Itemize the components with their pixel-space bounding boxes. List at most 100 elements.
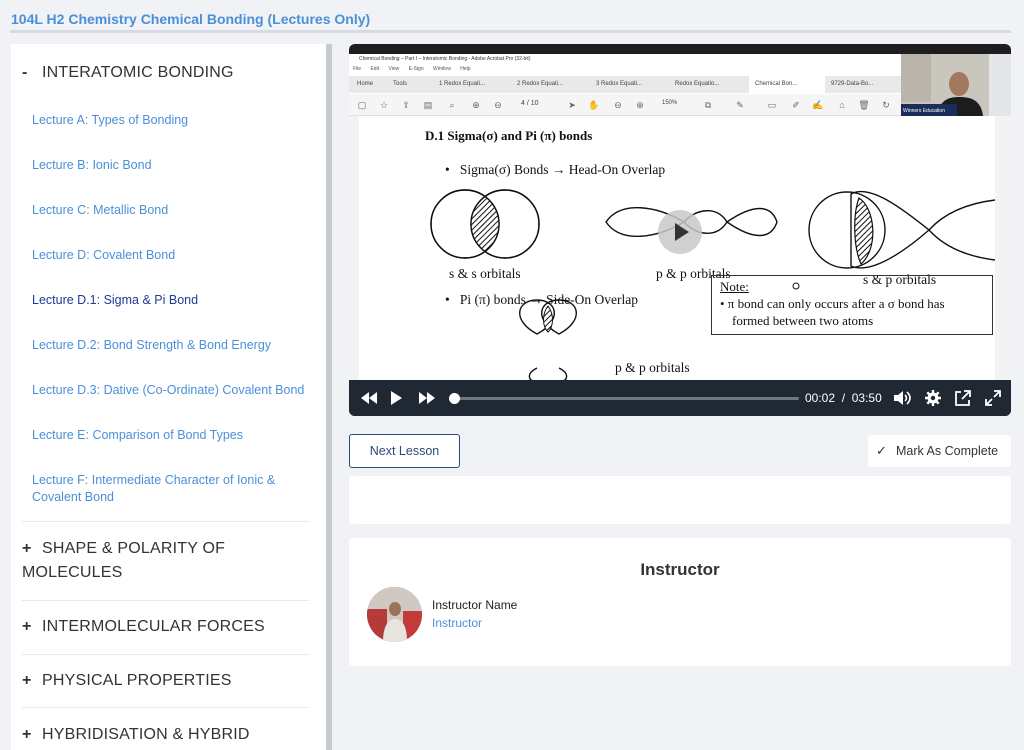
- time-separator: /: [841, 391, 846, 405]
- stamp-icon: ⌂: [839, 100, 845, 110]
- mark-complete-button[interactable]: ✓ Mark As Complete: [868, 435, 1011, 467]
- screen-tab: 1 Redox Equati...: [439, 81, 486, 87]
- instructor-avatar: [367, 587, 422, 642]
- lesson-item[interactable]: Lecture D.3: Dative (Co-Ordinate) Covale…: [32, 382, 312, 399]
- screen-zoom: 150%: [662, 100, 678, 106]
- fit-icon: ⧉: [704, 100, 712, 110]
- upload-icon: ⇪: [402, 100, 410, 110]
- section-shape-polarity[interactable]: + SHAPE & POLARITY OF MOLECULES: [22, 537, 310, 585]
- screen-tab: 2 Redox Equati...: [517, 81, 564, 87]
- course-title: 104L H2 Chemistry Chemical Bonding (Lect…: [11, 11, 371, 27]
- current-time: 00:02: [805, 391, 836, 405]
- video-player[interactable]: Chemical Bonding – Part I – Interatomic …: [349, 44, 1011, 416]
- screen-menu-item: Window: [433, 66, 451, 72]
- screen-tab: 3 Redox Equati...: [596, 81, 643, 87]
- search-icon: ⌕: [449, 100, 455, 110]
- fullscreen-icon[interactable]: [983, 389, 1003, 407]
- screen-tab: Home: [357, 81, 374, 87]
- lesson-item[interactable]: Lecture F: Intermediate Character of Ion…: [32, 472, 312, 506]
- page-up-icon: ⊕: [472, 100, 480, 110]
- trash-icon: 🗑: [858, 100, 870, 110]
- expand-icon: +: [22, 726, 32, 743]
- section-label: INTERMOLECULAR FORCES: [42, 618, 265, 635]
- lesson-content-card: [349, 476, 1011, 524]
- time-display: 00:02 / 03:50: [805, 391, 882, 405]
- progress-handle[interactable]: [449, 393, 460, 404]
- section-label: HYBRIDISATION & HYBRID: [42, 726, 250, 743]
- expand-icon: +: [22, 672, 32, 689]
- doc-note-line: formed between two atoms: [732, 313, 874, 328]
- section-label: PHYSICAL PROPERTIES: [42, 672, 232, 689]
- section-divider: [22, 707, 309, 708]
- lesson-item[interactable]: Lecture B: Ionic Bond: [32, 157, 312, 174]
- webcam-label: Winners Education: [903, 108, 945, 114]
- section-label: SHAPE & POLARITY OF MOLECULES: [22, 540, 226, 581]
- comment-icon: ✎: [736, 100, 744, 110]
- rotate-icon: ↻: [882, 100, 890, 110]
- instructor-name: Instructor Name: [432, 598, 518, 612]
- hand-icon: ✋: [588, 100, 600, 110]
- screen-left-rail: [349, 116, 359, 380]
- progress-bar[interactable]: [449, 393, 799, 404]
- doc-note-line: • π bond can only occurs after a σ bond …: [720, 296, 945, 311]
- lesson-item[interactable]: Lecture D: Covalent Bond: [32, 247, 312, 264]
- screen-tab: Redox Equatio...: [675, 81, 720, 87]
- section-label: INTERATOMIC BONDING: [42, 64, 234, 81]
- doc-bullet-pi: • Pi (π) bonds → Side-On Overlap: [445, 292, 639, 307]
- section-intermolecular-forces[interactable]: + INTERMOLECULAR FORCES: [22, 615, 310, 639]
- screen-window-title: Chemical Bonding – Part I – Interatomic …: [349, 54, 901, 64]
- screen-menu-item: E-Sign: [408, 66, 424, 72]
- section-physical-properties[interactable]: + PHYSICAL PROPERTIES: [22, 669, 310, 693]
- duration: 03:50: [851, 391, 882, 405]
- doc-note-title: Note:: [720, 279, 749, 294]
- doc-bullet-text: Pi (π) bonds → Side-On Overlap: [459, 292, 639, 307]
- lesson-item[interactable]: Lecture E: Comparison of Bond Types: [32, 427, 312, 444]
- cursor-icon: ➤: [568, 100, 576, 110]
- next-lesson-button[interactable]: Next Lesson: [349, 434, 460, 468]
- sidebar-scrollbar[interactable]: [326, 44, 332, 750]
- expand-icon: +: [22, 540, 32, 557]
- save-icon: ▢: [357, 100, 367, 110]
- print-icon: ▤: [423, 100, 433, 110]
- screen-page-total: / 10: [526, 100, 539, 107]
- play-icon[interactable]: [386, 389, 406, 407]
- section-divider: [22, 654, 309, 655]
- lesson-item-active[interactable]: Lecture D.1: Sigma & Pi Bond: [32, 292, 312, 309]
- star-icon: ☆: [379, 100, 389, 110]
- lesson-item[interactable]: Lecture C: Metallic Bond: [32, 202, 312, 219]
- popout-icon[interactable]: [953, 389, 973, 407]
- lesson-sidebar: - INTERATOMIC BONDING Lecture A: Types of…: [11, 44, 329, 750]
- screen-menu-item: Edit: [370, 66, 380, 72]
- settings-gear-icon[interactable]: [923, 389, 943, 407]
- webcam-feed: [901, 54, 1011, 116]
- zoom-in-icon: ⊕: [636, 100, 644, 110]
- pen-icon: ✐: [792, 100, 800, 110]
- screen-tabbar: Home Tools 1 Redox Equati... 2 Redox Equ…: [349, 76, 901, 93]
- rewind-icon[interactable]: [359, 389, 379, 407]
- screen-tab: Tools: [393, 81, 408, 87]
- zoom-out-icon: ⊖: [614, 100, 622, 110]
- lesson-item[interactable]: Lecture D.2: Bond Strength & Bond Energy: [32, 337, 312, 354]
- screen-page-current: 4: [521, 100, 525, 107]
- collapse-icon: -: [22, 64, 28, 81]
- fast-forward-icon[interactable]: [417, 389, 437, 407]
- mark-complete-label: Mark As Complete: [896, 444, 999, 458]
- instructor-heading: Instructor: [640, 560, 720, 579]
- screen-menu-item: Help: [460, 66, 471, 72]
- doc-caption-ss: s & s orbitals: [449, 266, 521, 281]
- big-play-button[interactable]: [658, 210, 702, 254]
- section-hybridisation[interactable]: + HYBRIDISATION & HYBRID: [22, 723, 310, 747]
- sign-icon: ✍: [812, 100, 824, 110]
- doc-note-box: Note: • π bond can only occurs after a σ…: [711, 275, 993, 335]
- instructor-card: Instructor Instructor Name Instructor: [349, 538, 1011, 666]
- check-icon: ✓: [876, 443, 887, 458]
- lesson-item[interactable]: Lecture A: Types of Bonding: [32, 112, 312, 129]
- screen-tab: 9729-Data-Bo...: [831, 81, 874, 87]
- section-interatomic-bonding[interactable]: - INTERATOMIC BONDING: [22, 61, 310, 85]
- expand-icon: +: [22, 618, 32, 635]
- screen-menu-item: File: [353, 66, 362, 72]
- volume-icon[interactable]: [892, 389, 912, 407]
- section-divider: [22, 600, 309, 601]
- doc-caption-pp2: p & p orbitals: [615, 360, 690, 375]
- instructor-role[interactable]: Instructor: [432, 616, 482, 630]
